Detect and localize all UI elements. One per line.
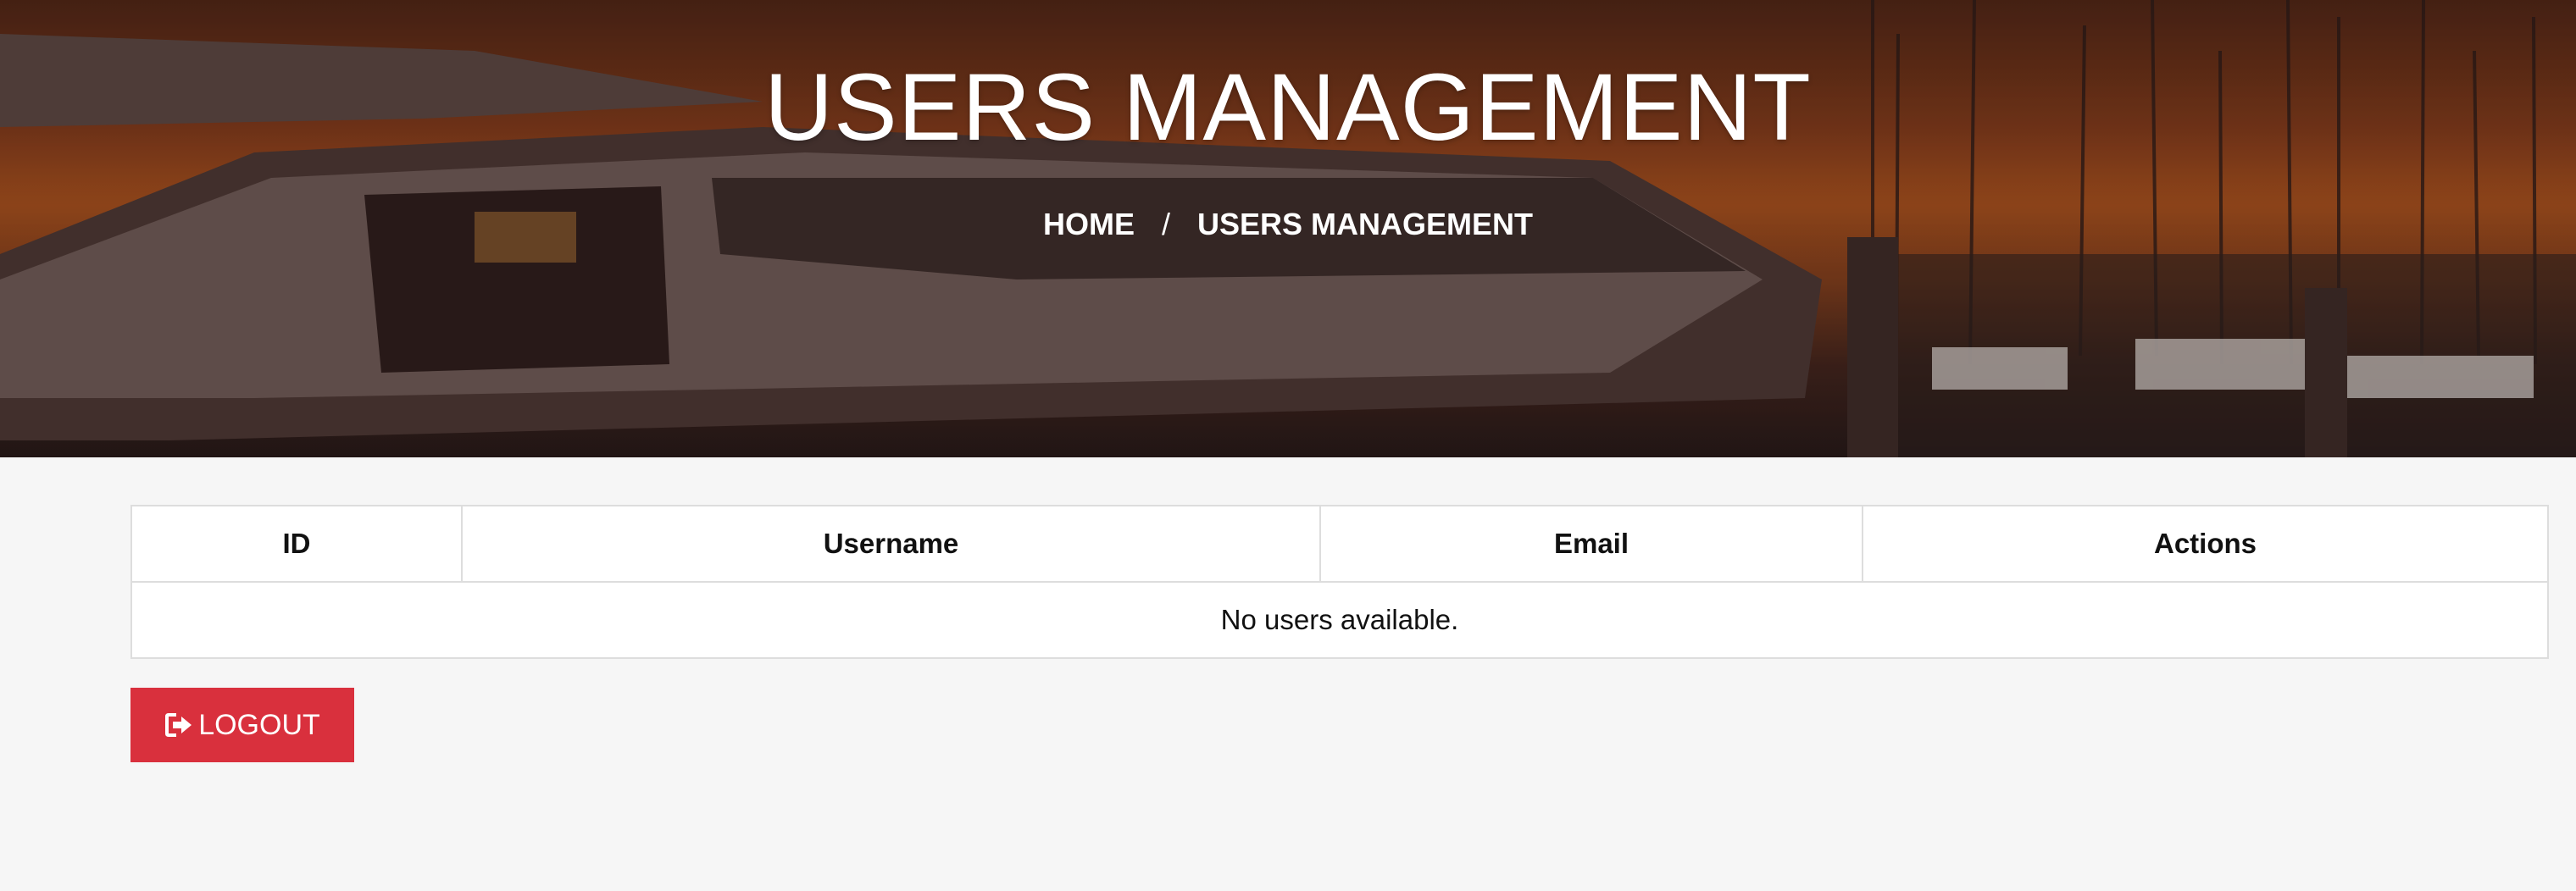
column-header-email: Email (1319, 505, 1863, 583)
breadcrumb-separator: / (1161, 207, 1170, 241)
sign-out-icon (165, 713, 192, 737)
column-header-username: Username (461, 505, 1321, 583)
breadcrumb: HOME / USERS MANAGEMENT (0, 207, 2576, 242)
column-header-actions: Actions (1862, 505, 2549, 583)
table-row: No users available. (130, 581, 2549, 659)
column-header-id: ID (130, 505, 463, 583)
breadcrumb-current: USERS MANAGEMENT (1197, 207, 1534, 241)
breadcrumb-home-link[interactable]: HOME (1043, 207, 1135, 241)
users-table: ID Username Email Actions No users avail… (130, 505, 2549, 659)
table-header-row: ID Username Email Actions (130, 505, 2549, 583)
logout-button-label: LOGOUT (198, 708, 320, 741)
page-title: USERS MANAGEMENT (764, 54, 1812, 160)
logout-button[interactable]: LOGOUT (130, 688, 354, 762)
empty-state-message: No users available. (130, 581, 2549, 659)
hero-banner: USERS MANAGEMENT HOME / USERS MANAGEMENT (0, 0, 2576, 457)
main-content: ID Username Email Actions No users avail… (130, 505, 2549, 762)
